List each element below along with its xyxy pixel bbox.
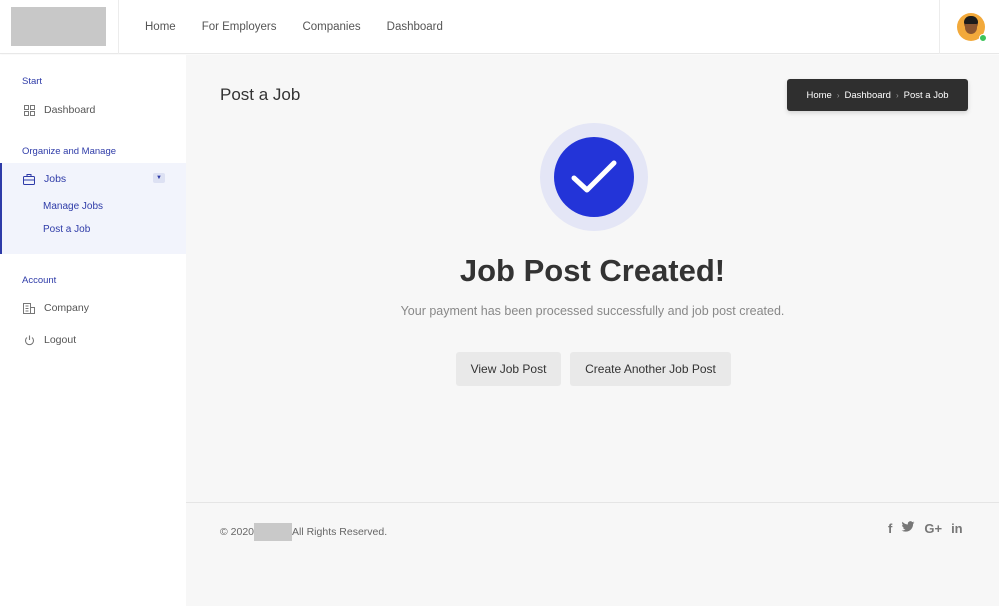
breadcrumb-home[interactable]: Home <box>806 90 831 101</box>
footer-divider <box>186 502 999 503</box>
sidebar-heading-account: Account <box>22 275 57 286</box>
sidebar-item-company[interactable]: Company <box>0 295 186 321</box>
success-badge <box>540 123 648 231</box>
grid-icon <box>22 103 36 117</box>
success-title: Job Post Created! <box>459 253 726 288</box>
header-divider <box>939 0 940 54</box>
user-avatar[interactable] <box>957 13 987 42</box>
sidebar-heading-organize: Organize and Manage <box>22 146 117 157</box>
sidebar-item-dashboard[interactable]: Dashboard <box>0 97 186 123</box>
sidebar-subitem-post-job[interactable]: Post a Job <box>43 224 90 235</box>
chevron-down-icon[interactable]: ▼ <box>153 173 165 183</box>
page-title: Post a Job <box>220 85 301 104</box>
avatar-hair <box>964 16 978 24</box>
sidebar-heading-start: Start <box>22 76 43 87</box>
checkmark-icon <box>571 160 617 193</box>
google-plus-icon[interactable]: G+ <box>924 521 942 536</box>
header-divider <box>118 0 119 54</box>
sidebar-subitem-manage-jobs[interactable]: Manage Jobs <box>43 201 103 212</box>
briefcase-icon <box>22 172 36 186</box>
sidebar: Start Dashboard Organize and Manage Jobs… <box>0 55 186 606</box>
breadcrumb-dashboard[interactable]: Dashboard <box>844 90 890 101</box>
linkedin-icon[interactable]: in <box>951 521 963 536</box>
sidebar-item-logout[interactable]: Logout <box>0 327 186 353</box>
nav-home[interactable]: Home <box>145 21 176 33</box>
chevron-right-icon: › <box>836 90 840 100</box>
sidebar-item-label: Company <box>44 302 89 314</box>
building-icon <box>22 301 36 315</box>
sidebar-item-label: Logout <box>44 334 77 346</box>
redacted-brand <box>254 523 293 541</box>
copyright-year: © 2020 <box>220 526 255 538</box>
success-circle <box>554 137 634 217</box>
footer-copyright: © 2020 All Rights Reserved. <box>220 523 387 541</box>
site-logo[interactable] <box>11 7 106 46</box>
power-icon <box>22 333 36 347</box>
success-message: Your payment has been processed successf… <box>400 304 785 318</box>
create-another-job-post-button[interactable]: Create Another Job Post <box>570 352 731 386</box>
sidebar-item-label: Jobs <box>44 173 67 185</box>
copyright-text: All Rights Reserved. <box>292 526 388 538</box>
sidebar-item-label: Dashboard <box>44 104 96 116</box>
social-links: f G+ in <box>888 521 972 536</box>
top-header: Home For Employers Companies Dashboard <box>0 0 999 54</box>
nav-dashboard[interactable]: Dashboard <box>387 21 443 33</box>
breadcrumb-current: Post a Job <box>903 89 949 101</box>
twitter-icon[interactable] <box>901 521 915 536</box>
nav-for-employers[interactable]: For Employers <box>202 21 277 33</box>
chevron-right-icon: › <box>895 90 899 100</box>
top-navigation: Home For Employers Companies Dashboard <box>132 0 456 54</box>
breadcrumb: Home › Dashboard › Post a Job <box>787 79 968 111</box>
facebook-icon[interactable]: f <box>888 521 892 536</box>
nav-companies[interactable]: Companies <box>302 21 360 33</box>
view-job-post-button[interactable]: View Job Post <box>456 352 561 386</box>
main-content: Post a Job Home › Dashboard › Post a Job… <box>186 55 999 606</box>
online-status-indicator <box>979 34 987 42</box>
sidebar-jobs-group: Jobs ▼ Manage Jobs Post a Job <box>0 163 186 254</box>
